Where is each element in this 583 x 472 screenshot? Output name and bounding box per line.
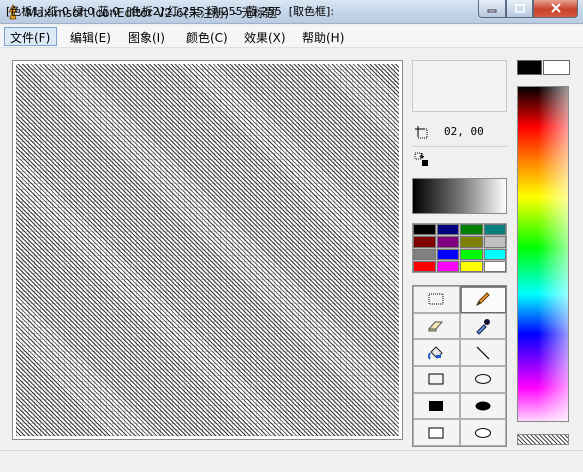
palette-swatch[interactable] xyxy=(483,260,506,272)
cursor-position-icon xyxy=(413,124,431,142)
palette-swatch[interactable] xyxy=(483,224,506,236)
divider xyxy=(412,146,507,147)
maximize-button[interactable] xyxy=(506,0,533,18)
menu-edit[interactable]: 编辑(E) xyxy=(64,27,117,46)
cursor-coordinates: 02, 00 xyxy=(444,125,484,138)
rect-select-tool[interactable] xyxy=(413,286,460,313)
icon-preview xyxy=(412,60,507,112)
palette-swatch[interactable] xyxy=(483,236,506,248)
close-icon xyxy=(550,2,562,16)
ellipse-tool[interactable] xyxy=(459,419,506,446)
line-icon xyxy=(476,346,490,360)
palette-swatch[interactable] xyxy=(413,260,436,272)
rectangle-filled-icon xyxy=(429,400,444,411)
fill-bucket-icon xyxy=(428,345,443,360)
fill-bucket-tool[interactable] xyxy=(413,339,460,366)
pencil-icon xyxy=(475,292,490,307)
color-palette xyxy=(412,223,507,273)
palette-swatch[interactable] xyxy=(460,236,483,248)
eraser-icon xyxy=(428,321,444,332)
ellipse-icon xyxy=(474,427,491,438)
ellipse-filled-tool[interactable] xyxy=(459,392,506,420)
background-color-swatch[interactable] xyxy=(543,60,570,75)
menu-help[interactable]: 帮助(H) xyxy=(296,27,350,46)
palette-swatch[interactable] xyxy=(413,248,436,260)
rectangle-outline-icon xyxy=(428,373,444,385)
minimize-icon xyxy=(487,2,497,16)
pixel-grid[interactable] xyxy=(16,64,399,436)
pencil-tool[interactable] xyxy=(459,286,506,313)
grayscale-gradient[interactable] xyxy=(412,178,507,214)
tool-grid xyxy=(412,285,507,447)
palette-swatch[interactable] xyxy=(436,260,459,272)
palette-swatch[interactable] xyxy=(413,236,436,248)
palette-swatch[interactable] xyxy=(460,224,483,236)
line-tool[interactable] xyxy=(459,339,506,366)
icon-canvas[interactable] xyxy=(12,60,403,440)
palette-swatch[interactable] xyxy=(483,248,506,260)
menu-color[interactable]: 颜色(C) xyxy=(180,27,234,46)
palette-swatch[interactable] xyxy=(413,224,436,236)
eraser-tool[interactable] xyxy=(413,312,460,340)
rectangle-outline-tool[interactable] xyxy=(413,365,460,393)
color-spectrum[interactable] xyxy=(517,86,569,422)
maximize-icon xyxy=(514,2,525,16)
status-bar xyxy=(0,450,583,472)
rect-icon xyxy=(428,427,444,439)
palette-swatch[interactable] xyxy=(436,248,459,260)
ellipse-filled-icon xyxy=(475,401,491,411)
ellipse-outline-icon xyxy=(474,374,491,385)
transparent-color-bar[interactable] xyxy=(517,434,569,445)
rect-select-icon xyxy=(428,293,444,305)
rectangle-filled-tool[interactable] xyxy=(413,392,460,420)
rect-tool[interactable] xyxy=(413,419,460,446)
selection-size-icon xyxy=(413,151,431,169)
menu-effect[interactable]: 效果(X) xyxy=(238,27,292,46)
status-text: [色板1]:红:0 绿:0 蓝:0 [色板2]:红:255 绿:255 蓝:25… xyxy=(6,5,335,18)
minimize-button[interactable] xyxy=(478,0,506,18)
close-button[interactable] xyxy=(533,0,578,18)
eyedropper-tool[interactable] xyxy=(459,312,506,340)
palette-swatch[interactable] xyxy=(436,236,459,248)
ellipse-outline-tool[interactable] xyxy=(459,365,506,393)
palette-swatch[interactable] xyxy=(436,224,459,236)
palette-swatch[interactable] xyxy=(460,248,483,260)
palette-swatch[interactable] xyxy=(460,260,483,272)
menu-file[interactable]: 文件(F) xyxy=(4,27,58,46)
eyedropper-icon xyxy=(476,318,490,335)
menu-image[interactable]: 图象(I) xyxy=(122,27,171,46)
foreground-color-swatch[interactable] xyxy=(517,60,542,75)
